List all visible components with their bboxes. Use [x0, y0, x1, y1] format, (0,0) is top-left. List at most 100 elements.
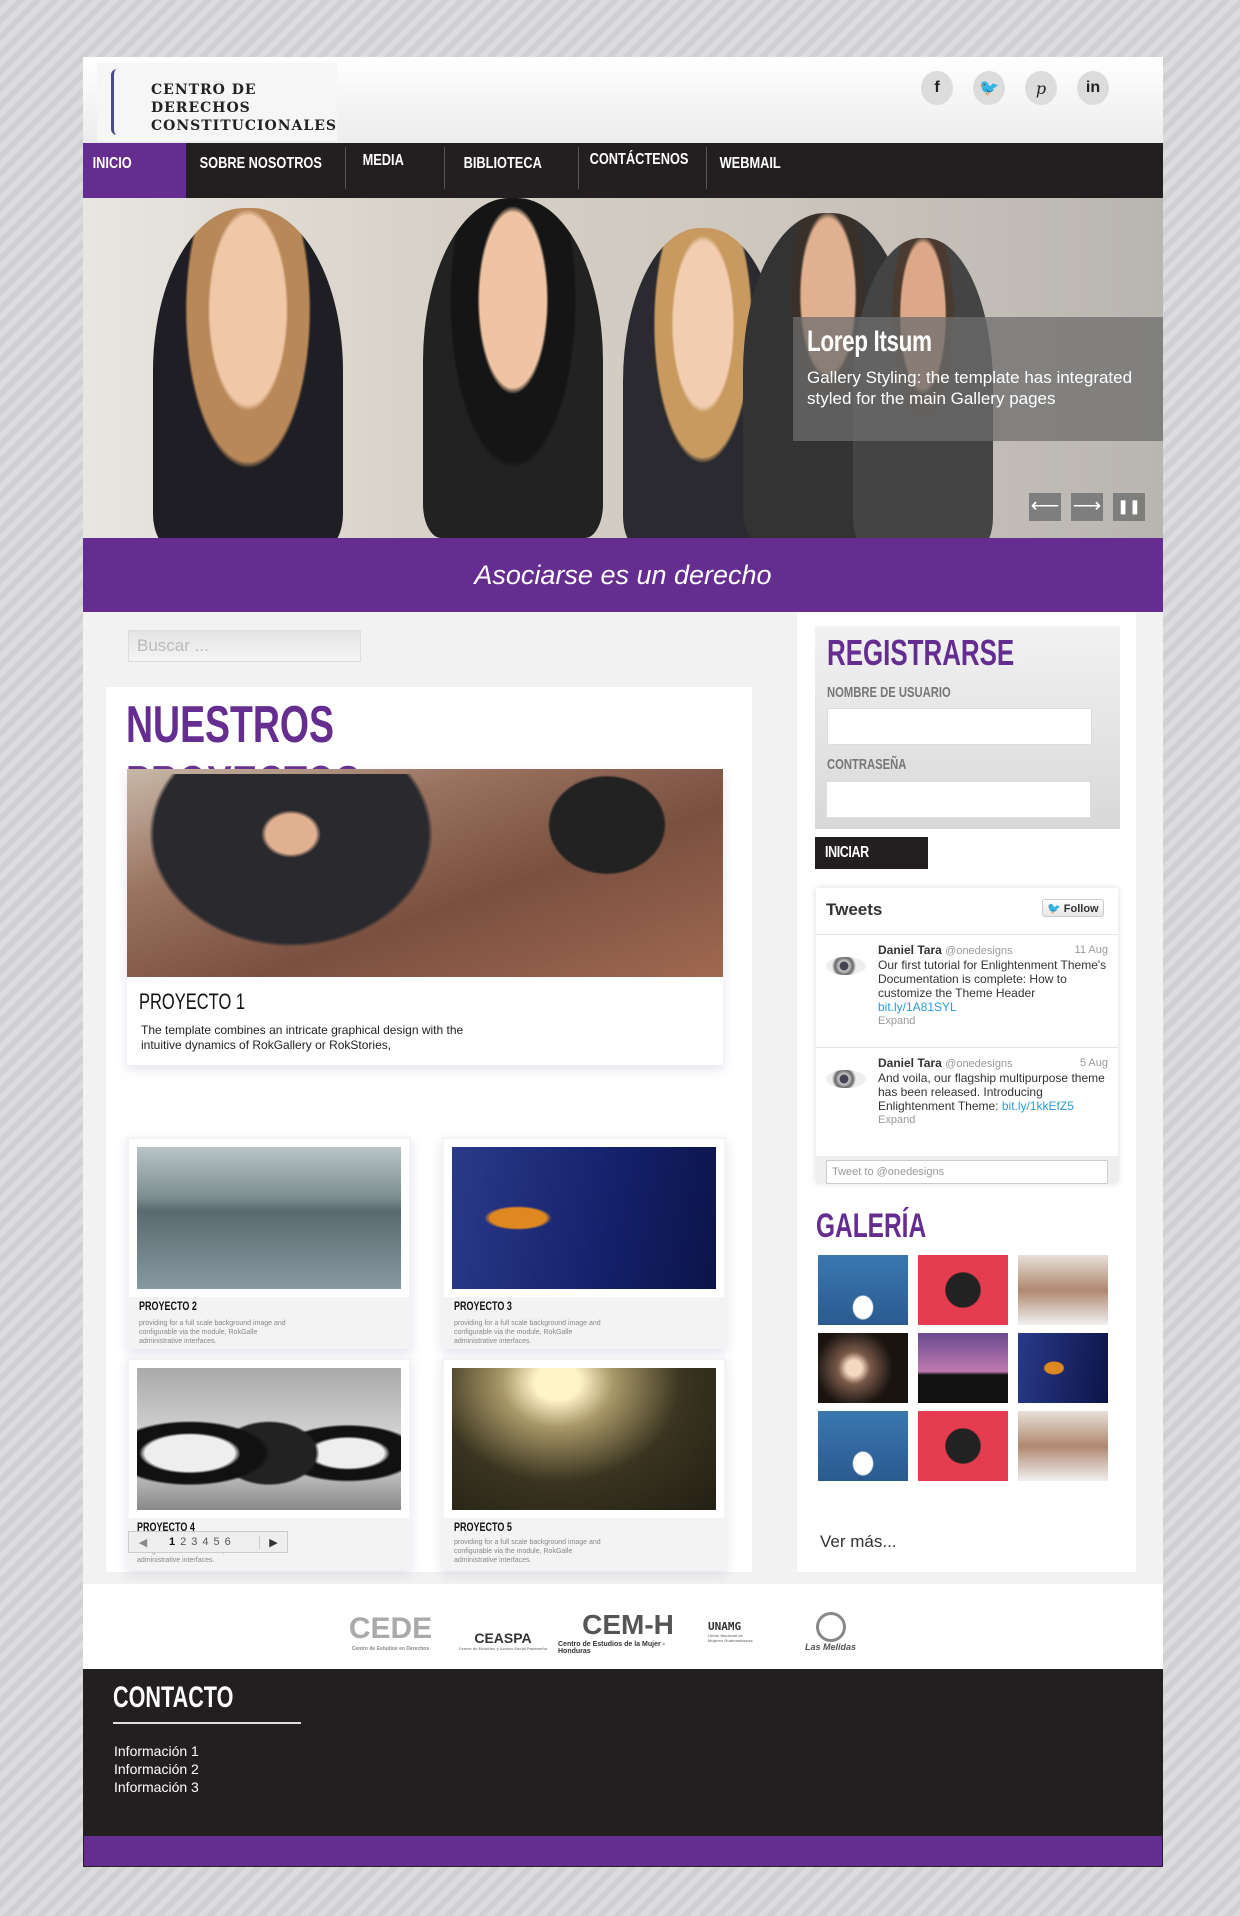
project-3-image	[444, 1139, 724, 1297]
nav-inicio[interactable]: INICIO	[83, 143, 132, 198]
tweet-date[interactable]: 11 Aug	[1075, 943, 1108, 957]
gallery-thumb[interactable]	[918, 1333, 1008, 1403]
partner-logo[interactable]: UNAMG Unión Nacional de Mujeres Guatemalt…	[708, 1604, 788, 1659]
twitter-icon[interactable]: 🐦	[973, 71, 1005, 105]
project-card[interactable]: PROYECTO 5 providing for a full scale ba…	[442, 1358, 726, 1570]
tweet-item[interactable]: Daniel Tara @onedesigns 5 Aug And voila,…	[816, 1047, 1118, 1160]
partner-logo[interactable]: CEDE Centro de Estudios en Derechos	[333, 1604, 448, 1659]
tweet-item[interactable]: Daniel Tara @onedesigns 11 Aug Our first…	[816, 934, 1118, 1047]
pager-page[interactable]: 4	[202, 1536, 208, 1548]
partner-name: CEASPA	[474, 1630, 532, 1646]
pager-next-icon[interactable]: ▶	[259, 1535, 287, 1549]
pinterest-icon[interactable]: p	[1025, 71, 1057, 105]
project-card[interactable]: PROYECTO 2 providing for a full scale ba…	[127, 1137, 411, 1349]
tweet-link[interactable]: bit.ly/1kkEfZ5	[1002, 1099, 1074, 1113]
footer-link[interactable]: Información 1	[114, 1742, 199, 1760]
nav-divider	[578, 147, 579, 189]
gallery-thumb[interactable]	[1018, 1255, 1108, 1325]
gallery-thumb[interactable]	[918, 1411, 1008, 1481]
project-1-image	[127, 769, 723, 977]
gallery-thumb[interactable]	[818, 1255, 908, 1325]
pager-page[interactable]: 3	[191, 1536, 197, 1548]
project-title: PROYECTO 2	[139, 1299, 197, 1313]
tweet-expand[interactable]: Expand	[878, 1113, 1108, 1127]
tweet-expand[interactable]: Expand	[878, 1014, 1108, 1028]
pause-icon[interactable]: ❚❚	[1113, 493, 1145, 521]
project-title: PROYECTO 1	[139, 989, 246, 1014]
site-logo[interactable]: CENTRO DE DERECHOS CONSTITUCIONALES	[97, 63, 337, 141]
next-arrow-icon[interactable]: ⟶	[1071, 493, 1103, 521]
logo-line: CONSTITUCIONALES	[151, 118, 338, 134]
partner-name: CEM-H	[582, 1608, 674, 1640]
footer-link[interactable]: Información 2	[114, 1760, 199, 1778]
projects-panel: NUESTROS PROYECTOS PROYECTO 1 The templa…	[106, 687, 752, 1572]
project-4-image	[129, 1360, 409, 1518]
nav-biblioteca[interactable]: BIBLIOTECA	[454, 143, 542, 198]
gallery-thumb[interactable]	[1018, 1333, 1108, 1403]
slide-text: Gallery Styling: the template has integr…	[807, 368, 1133, 408]
tweet-author[interactable]: Daniel Tara	[878, 1056, 942, 1070]
search-input[interactable]: Buscar ...	[128, 630, 361, 662]
project-title: PROYECTO 3	[454, 1299, 512, 1313]
twitter-bird-icon: 🐦	[1047, 903, 1061, 915]
prev-arrow-icon[interactable]: ⟵	[1029, 493, 1061, 521]
partner-sub: Centro de Estudios en Derechos	[351, 1645, 430, 1652]
nav-divider	[706, 147, 707, 189]
footer-link[interactable]: Información 3	[114, 1778, 199, 1796]
slide-caption: Lorep Itsum Gallery Styling: the templat…	[793, 317, 1163, 441]
logo-line: DERECHOS	[151, 100, 251, 116]
nav-sobre-nosotros[interactable]: SOBRE NOSOTROS	[190, 143, 322, 198]
username-input[interactable]	[827, 708, 1092, 745]
gallery-thumb[interactable]	[818, 1411, 908, 1481]
tweet-link[interactable]: bit.ly/1A81SYL	[878, 1000, 957, 1014]
partner-logo[interactable]: CEASPA Centro de Estudios y Acción Social…	[458, 1604, 548, 1659]
gallery-thumb[interactable]	[918, 1255, 1008, 1325]
partner-logo[interactable]: Las Melidas	[798, 1604, 863, 1659]
gallery-thumb[interactable]	[1018, 1411, 1108, 1481]
tagline-banner: Asociarse es un derecho	[83, 538, 1163, 612]
partner-sub: Centro de Estudios y Acción Social Panam…	[458, 1646, 548, 1651]
pager-page[interactable]: 6	[225, 1536, 231, 1548]
username-label: NOMBRE DE USUARIO	[827, 684, 951, 701]
nav-webmail[interactable]: WEBMAIL	[710, 143, 781, 198]
pagination: ◀ 1 2 3 4 5 6 ▶	[128, 1531, 288, 1553]
footer-divider	[113, 1722, 301, 1724]
project-text: providing for a full scale background im…	[454, 1320, 601, 1345]
hero-person	[153, 208, 343, 538]
partner-sub: Centro de Estudios de la Mujer - Hondura…	[558, 1640, 665, 1655]
login-button[interactable]: INICIAR SESIÓN	[815, 837, 928, 893]
gallery-grid	[818, 1255, 1108, 1481]
logo-figure-icon	[111, 69, 129, 135]
pager-page[interactable]: 2	[180, 1536, 186, 1548]
tweet-date[interactable]: 5 Aug	[1080, 1056, 1108, 1070]
pager-page[interactable]: 1	[169, 1536, 175, 1548]
tweet-input[interactable]: Tweet to @onedesigns	[826, 1160, 1108, 1184]
main-nav: INICIO SOBRE NOSOTROS MEDIA BIBLIOTECA C…	[83, 143, 1163, 198]
facebook-icon[interactable]: f	[921, 71, 953, 105]
nav-media[interactable]: MEDIA	[353, 143, 404, 198]
tweet-text: Our first tutorial for Enlightenment The…	[878, 958, 1107, 1000]
pager-prev-icon[interactable]: ◀	[129, 1536, 157, 1549]
tweet-handle[interactable]: @onedesigns	[945, 1058, 1012, 1070]
nav-divider	[444, 147, 445, 189]
nav-divider	[345, 147, 346, 189]
pager-page[interactable]: 5	[214, 1536, 220, 1548]
project-card[interactable]: PROYECTO 3 providing for a full scale ba…	[442, 1137, 726, 1349]
partner-name: Las Melidas	[804, 1641, 857, 1652]
partners-strip: CEDE Centro de Estudios en Derechos CEASP…	[83, 1584, 1163, 1669]
linkedin-icon[interactable]: in	[1077, 71, 1109, 105]
tweet-handle[interactable]: @onedesigns	[945, 945, 1012, 957]
project-title: PROYECTO 5	[454, 1520, 512, 1534]
nav-contactenos[interactable]: CONTÁCTENOS	[580, 143, 689, 198]
avatar	[826, 1070, 866, 1088]
partner-logo[interactable]: CEM-H Centro de Estudios de la Mujer - Ho…	[558, 1604, 698, 1659]
project-card-featured[interactable]: PROYECTO 1 The template combines an intr…	[127, 769, 723, 1065]
hero-slider[interactable]: Lorep Itsum Gallery Styling: the templat…	[83, 198, 1163, 538]
venus-icon	[815, 1611, 846, 1642]
register-title: REGISTRARSE	[827, 632, 1015, 673]
follow-button[interactable]: 🐦 Follow	[1042, 899, 1104, 917]
gallery-more-link[interactable]: Ver más...	[820, 1532, 897, 1552]
tweet-author[interactable]: Daniel Tara	[878, 943, 942, 957]
password-input[interactable]	[826, 781, 1091, 818]
gallery-thumb[interactable]	[818, 1333, 908, 1403]
